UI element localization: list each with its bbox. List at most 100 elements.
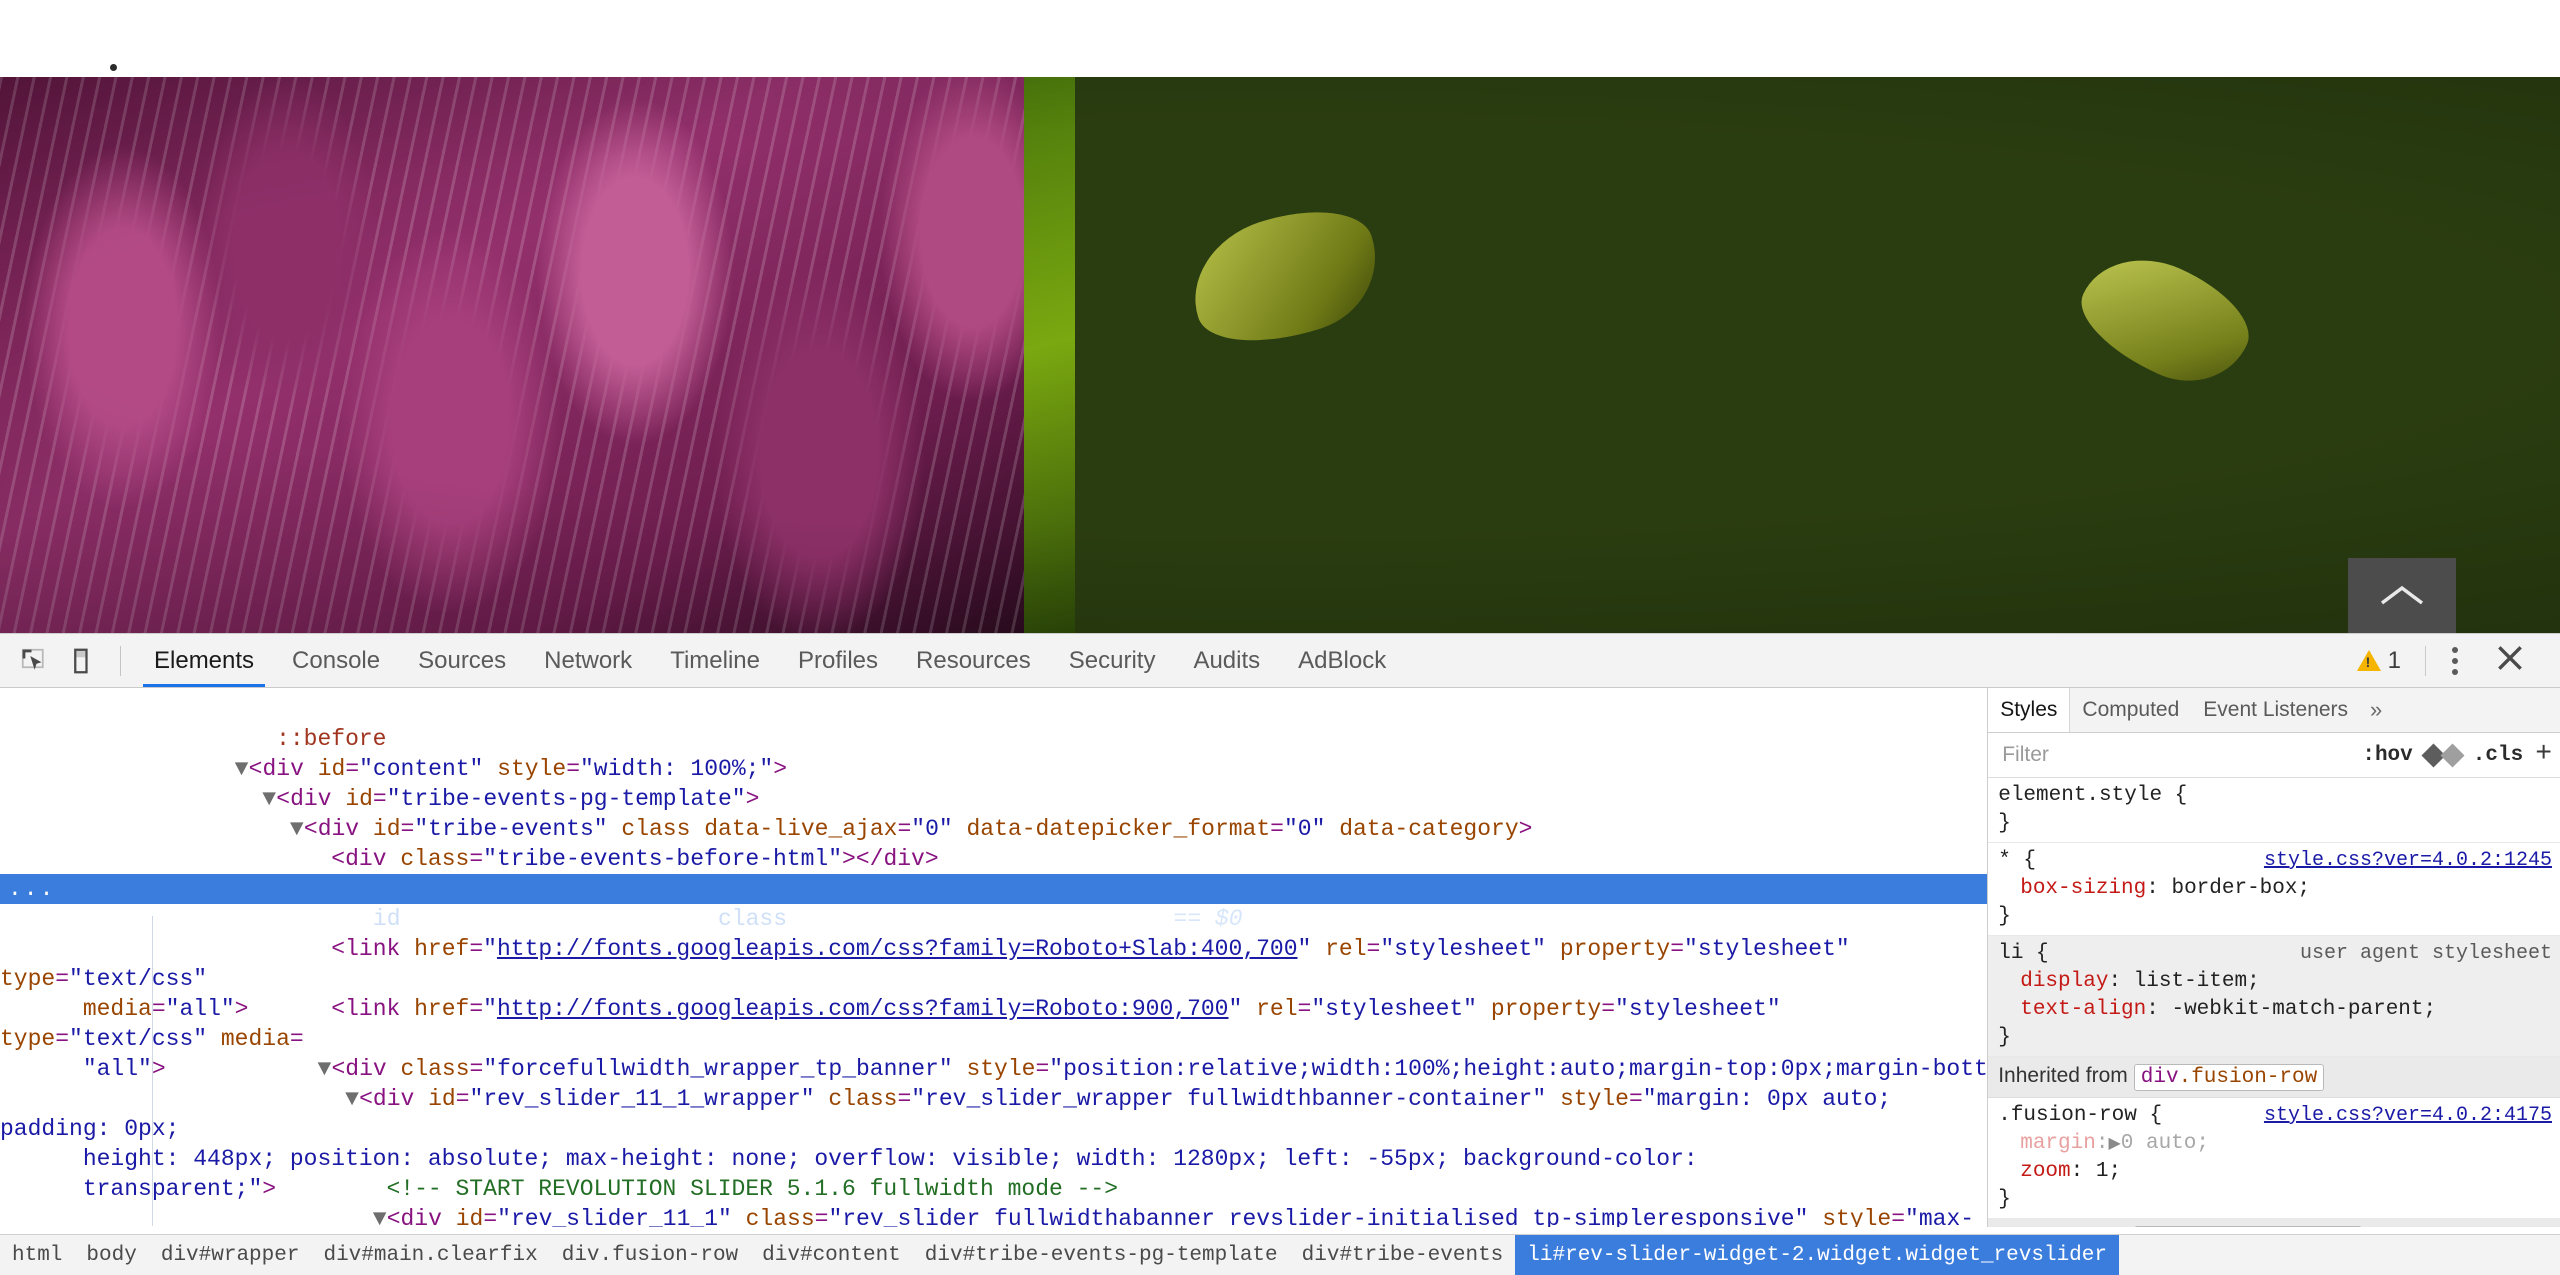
back-to-top-button[interactable] xyxy=(2348,558,2456,633)
inherited-from-label: Inherited from xyxy=(1998,1064,2128,1087)
warning-count-label: 1 xyxy=(2387,646,2401,674)
color-swatch-icon[interactable] xyxy=(2421,742,2465,768)
tab-security[interactable]: Security xyxy=(1050,634,1175,687)
breadcrumb-item-wrapper[interactable]: div#wrapper xyxy=(149,1235,312,1275)
dom-line-div-rev-slider-wrapper[interactable]: ▼<div id="rev_slider_11_1_wrapper" class… xyxy=(0,1054,1987,1202)
tab-computed[interactable]: Computed xyxy=(2070,688,2191,732)
dom-line-div-tribe-events[interactable]: ▼<div id="tribe-events" class data-live_… xyxy=(0,784,1987,842)
tab-audits-label: Audits xyxy=(1193,646,1261,674)
dom-line-selected-li-rev-slider-widget[interactable]: ... ▼<li id="rev-slider-widget-2" class=… xyxy=(0,874,1988,932)
style-property-value: 1; xyxy=(2095,1160,2122,1183)
tab-styles[interactable]: Styles xyxy=(1988,688,2071,732)
tab-adblock[interactable]: AdBlock xyxy=(1279,634,1405,687)
kebab-menu-icon[interactable] xyxy=(2436,635,2474,687)
style-declaration[interactable]: text-align: -webkit-match-parent; xyxy=(1998,996,2560,1024)
style-declaration[interactable]: margin:▶0 auto; xyxy=(1998,1130,2560,1158)
styles-rules-list[interactable]: element.style { } style.css?ver=4.0.2:12… xyxy=(1988,778,2560,1227)
breadcrumb-item-html[interactable]: html xyxy=(0,1235,74,1275)
inspect-element-icon[interactable] xyxy=(14,641,54,681)
new-style-rule-button[interactable]: + xyxy=(2535,741,2552,769)
devtools-panel: Elements Console Sources Network Timelin… xyxy=(0,633,2560,1275)
styles-tab-strip: Styles Computed Event Listeners » xyxy=(1988,688,2560,733)
style-source-link[interactable]: style.css?ver=4.0.2:1245 xyxy=(2264,847,2552,875)
force-state-hov-button[interactable]: :hov xyxy=(2362,744,2412,767)
dom-line-comment-start-slider[interactable]: <!-- START REVOLUTION SLIDER 5.1.6 fullw… xyxy=(0,1144,1987,1202)
inherited-from-fusion-row: Inherited from div.fusion-row xyxy=(1988,1057,2560,1098)
style-declaration[interactable]: display: list-item; xyxy=(1998,968,2560,996)
tab-sources[interactable]: Sources xyxy=(399,634,525,687)
style-declaration[interactable]: zoom: 1; xyxy=(1998,1158,2560,1186)
warning-count-button[interactable]: 1 xyxy=(2343,647,2415,675)
style-rule-li-ua[interactable]: user agent stylesheet li { display: list… xyxy=(1988,936,2560,1057)
page-viewport xyxy=(0,0,2560,633)
tab-network-label: Network xyxy=(544,646,633,674)
tab-elements-label: Elements xyxy=(154,646,255,674)
dom-line-link-roboto[interactable]: <link href="http://fonts.googleapis.com/… xyxy=(0,964,1987,1082)
hero-vignette xyxy=(0,77,2560,633)
inherited-from-chip[interactable]: div.fusion-row xyxy=(2133,1064,2325,1091)
device-toolbar-icon[interactable] xyxy=(64,641,104,681)
tab-audits[interactable]: Audits xyxy=(1174,634,1279,687)
link-href-roboto-slab[interactable]: http://fonts.googleapis.com/css?family=R… xyxy=(497,936,1298,962)
screenshot-root: Elements Console Sources Network Timelin… xyxy=(0,0,2560,1275)
style-rule-close: } xyxy=(1998,905,2011,928)
breadcrumb-item-tribe-events[interactable]: div#tribe-events xyxy=(1290,1235,1516,1275)
tab-resources-label: Resources xyxy=(916,646,1031,674)
breadcrumb-item-fusion-row[interactable]: div.fusion-row xyxy=(550,1235,750,1275)
breadcrumb-item-body[interactable]: body xyxy=(74,1235,148,1275)
tab-console[interactable]: Console xyxy=(273,634,399,687)
style-property-name: margin xyxy=(2020,1132,2096,1155)
tab-profiles[interactable]: Profiles xyxy=(779,634,897,687)
dom-line-link-roboto-slab[interactable]: <link href="http://fonts.googleapis.com/… xyxy=(0,904,1987,1022)
breadcrumb-item-main-clearfix[interactable]: div#main.clearfix xyxy=(311,1235,549,1275)
tab-timeline[interactable]: Timeline xyxy=(651,634,779,687)
tab-event-listeners-label: Event Listeners xyxy=(2203,698,2349,721)
styles-pane: Styles Computed Event Listeners » Filter… xyxy=(1987,688,2560,1227)
link-href-roboto[interactable]: http://fonts.googleapis.com/css?family=R… xyxy=(497,996,1229,1022)
devtools-toolbar-icons xyxy=(0,634,135,687)
tab-event-listeners[interactable]: Event Listeners xyxy=(2191,688,2360,732)
inherited-from-main-clearfix: Inherited from div#main.clearfix xyxy=(1988,1219,2560,1227)
style-rule-universal[interactable]: style.css?ver=4.0.2:1245 * { box-sizing:… xyxy=(1988,843,2560,936)
style-rule-close: } xyxy=(1998,812,2011,835)
tab-resources[interactable]: Resources xyxy=(897,634,1050,687)
dom-line-div-content[interactable]: ▼<div id="content" style="width: 100%;"> xyxy=(0,724,1987,782)
style-property-name: text-align xyxy=(2020,998,2147,1021)
style-declaration[interactable]: box-sizing: border-box; xyxy=(1998,875,2560,903)
dom-line-div-pg-template[interactable]: ▼<div id="tribe-events-pg-template"> xyxy=(0,754,1987,812)
inherited-from-chip[interactable]: div#main.clearfix xyxy=(2133,1226,2363,1227)
close-icon[interactable] xyxy=(2478,632,2542,689)
dom-line-span-ajax-loading[interactable]: ▶<span class="tribe-events-ajax-loading"… xyxy=(0,844,1987,902)
breadcrumb-item-content[interactable]: div#content xyxy=(750,1235,913,1275)
tab-elements[interactable]: Elements xyxy=(135,634,273,687)
devtools-toolbar-right: 1 xyxy=(2343,634,2560,687)
dom-line-div-rev-slider[interactable]: ▼<div id="rev_slider_11_1" class="rev_sl… xyxy=(0,1174,1987,1227)
style-property-value: 0 auto; xyxy=(2120,1132,2209,1155)
more-tabs-icon[interactable]: » xyxy=(2360,688,2392,732)
styles-filter-input[interactable]: Filter xyxy=(2002,743,2350,767)
style-rule-element-style[interactable]: element.style { } xyxy=(1988,778,2560,843)
style-property-name: box-sizing xyxy=(2020,877,2147,900)
style-source-link[interactable]: style.css?ver=4.0.2:4175 xyxy=(2264,1102,2552,1130)
dom-line-pseudo-before[interactable]: ::before xyxy=(0,694,1987,752)
dom-tree-pane[interactable]: ::before ▼<div id="content" style="width… xyxy=(0,688,1988,1227)
breadcrumb-item-pg-template[interactable]: div#tribe-events-pg-template xyxy=(913,1235,1290,1275)
tab-console-label: Console xyxy=(292,646,381,674)
style-rule-fusion-row[interactable]: style.css?ver=4.0.2:4175 .fusion-row { m… xyxy=(1988,1098,2560,1219)
devtools-main: ::before ▼<div id="content" style="width… xyxy=(0,688,2560,1227)
style-property-name: zoom xyxy=(2020,1160,2071,1183)
list-bullet-dot xyxy=(110,64,117,71)
page-top-whitespace xyxy=(0,0,2560,77)
style-property-value: list-item; xyxy=(2133,970,2260,993)
style-property-value: border-box; xyxy=(2171,877,2311,900)
element-classes-button[interactable]: .cls xyxy=(2473,744,2523,767)
tab-adblock-label: AdBlock xyxy=(1298,646,1387,674)
expand-shorthand-icon[interactable]: ▶ xyxy=(2108,1135,2120,1153)
devtools-toolbar: Elements Console Sources Network Timelin… xyxy=(0,634,2560,688)
dom-line-div-forcefullwidth[interactable]: ▼<div class="forcefullwidth_wrapper_tp_b… xyxy=(0,1024,1987,1082)
tab-network[interactable]: Network xyxy=(525,634,651,687)
devtools-tab-strip: Elements Console Sources Network Timelin… xyxy=(135,634,1405,687)
dom-line-div-before-html[interactable]: <div class="tribe-events-before-html"></… xyxy=(0,814,1987,872)
breadcrumb-item-selected[interactable]: li#rev-slider-widget-2.widget.widget_rev… xyxy=(1515,1235,2119,1275)
style-property-name: display xyxy=(2020,970,2109,993)
